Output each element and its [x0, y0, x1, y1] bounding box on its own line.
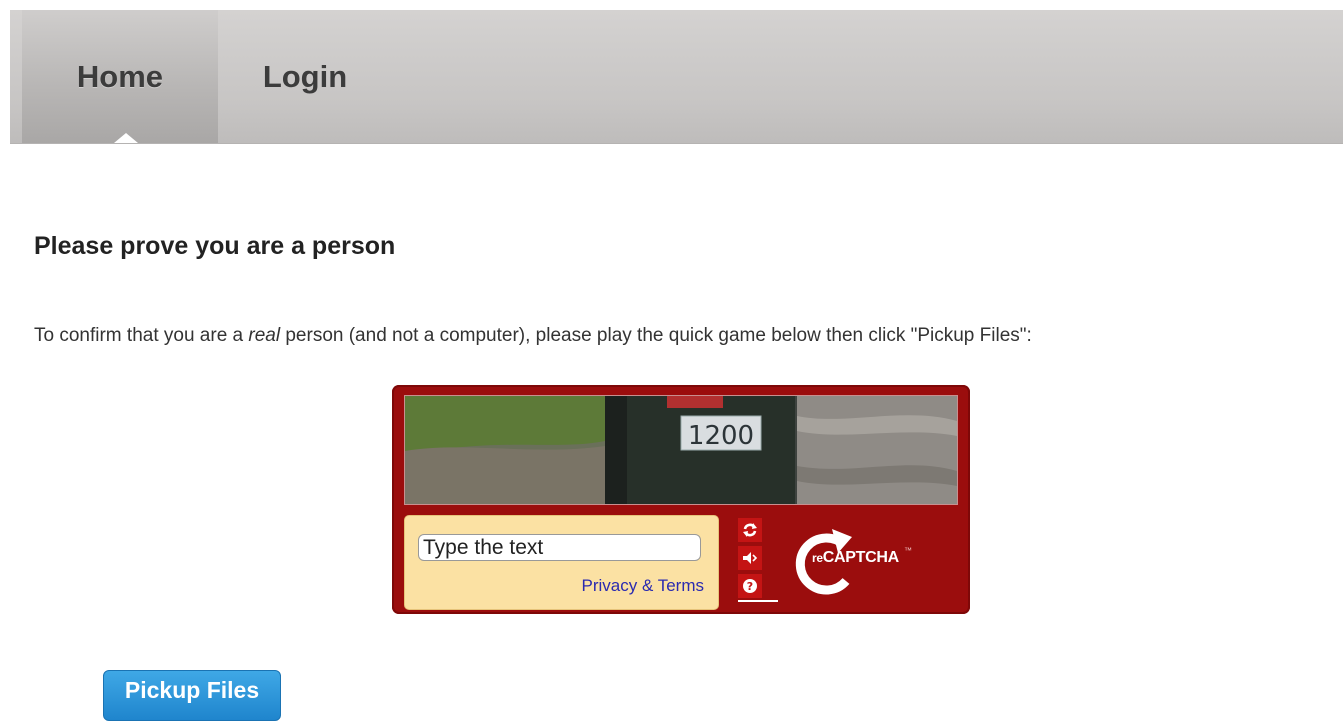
recaptcha-wordmark-name: CAPTCHA: [822, 549, 899, 566]
page: Home Login Please prove you are a person…: [0, 0, 1343, 721]
tab-login[interactable]: Login: [240, 10, 370, 143]
intro-after: person (and not a computer), please play…: [280, 325, 1032, 346]
captcha-image-text: 1200: [688, 421, 754, 451]
recaptcha-logo: reCAPTCHA ™: [786, 523, 956, 603]
recaptcha-wordmark: reCAPTCHA: [812, 549, 899, 567]
active-tab-pointer: [114, 133, 138, 143]
captcha-response-input[interactable]: [418, 534, 701, 561]
tab-home-label: Home: [76, 58, 164, 94]
page-title: Please prove you are a person: [34, 232, 396, 260]
pickup-files-button[interactable]: Pickup Files: [103, 670, 281, 721]
recaptcha-widget: 1200 Privacy & Terms ? reCAPTCHA ™: [392, 385, 970, 614]
recaptcha-wordmark-prefix: re: [812, 551, 823, 565]
controls-divider: [738, 600, 778, 602]
svg-text:?: ?: [747, 580, 753, 593]
intro-emphasis: real: [248, 325, 281, 346]
nav-bar: Home Login: [10, 10, 1343, 144]
refresh-icon[interactable]: [738, 518, 762, 542]
tab-login-label: Login: [262, 58, 348, 94]
recaptcha-trademark: ™: [904, 546, 912, 555]
help-icon[interactable]: ?: [738, 574, 762, 598]
captcha-image: 1200: [404, 395, 958, 505]
tab-home[interactable]: Home: [22, 10, 218, 143]
captcha-photo: 1200: [405, 396, 957, 504]
intro-text: To confirm that you are a real person (a…: [34, 325, 1032, 347]
privacy-terms-link[interactable]: Privacy & Terms: [582, 576, 705, 596]
audio-icon[interactable]: [738, 546, 762, 570]
intro-before: To confirm that you are a: [34, 325, 249, 346]
captcha-answer-panel: Privacy & Terms: [404, 515, 719, 610]
